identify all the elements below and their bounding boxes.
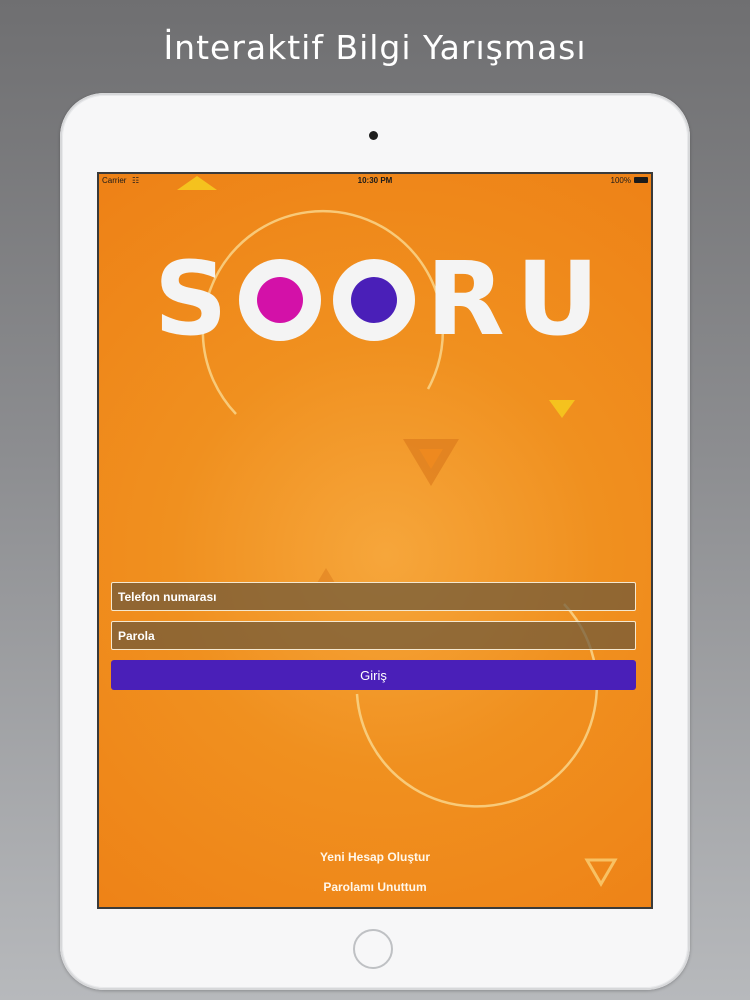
status-bar: Carrier ☷ 10:30 PM 100% [99, 174, 651, 188]
phone-number-input[interactable] [111, 582, 636, 611]
page-headline: İnteraktif Bilgi Yarışması [163, 28, 587, 67]
logo-letter-o-pink [239, 258, 321, 341]
deco-triangle-right [549, 400, 575, 418]
battery-icon [634, 177, 648, 183]
logo-letter-s: S [154, 240, 228, 359]
camera-dot [369, 131, 378, 140]
deco-triangle-center-inner [419, 449, 443, 469]
status-time: 10:30 PM [357, 176, 393, 185]
status-battery: 100% [610, 176, 631, 185]
create-account-link[interactable]: Yeni Hesap Oluştur [99, 850, 651, 864]
logo-dot-pink [257, 276, 303, 323]
password-input[interactable] [111, 621, 636, 650]
deco-triangle-center [403, 439, 459, 486]
login-button[interactable]: Giriş [111, 660, 636, 690]
forgot-password-link[interactable]: Parolamı Unuttum [99, 880, 651, 894]
tablet-frame: Carrier ☷ 10:30 PM 100% S R U Giriş Yeni… [60, 93, 690, 990]
app-screen: Carrier ☷ 10:30 PM 100% S R U Giriş Yeni… [97, 172, 653, 909]
home-button[interactable] [353, 929, 393, 969]
logo-letter-u: U [516, 240, 599, 359]
logo-letter-o-purple [332, 258, 415, 341]
sooru-logo: S R U [154, 240, 599, 359]
logo-dot-purple [350, 276, 397, 323]
logo-letter-r: R [426, 240, 505, 359]
deco-triangle-mid [317, 568, 335, 583]
